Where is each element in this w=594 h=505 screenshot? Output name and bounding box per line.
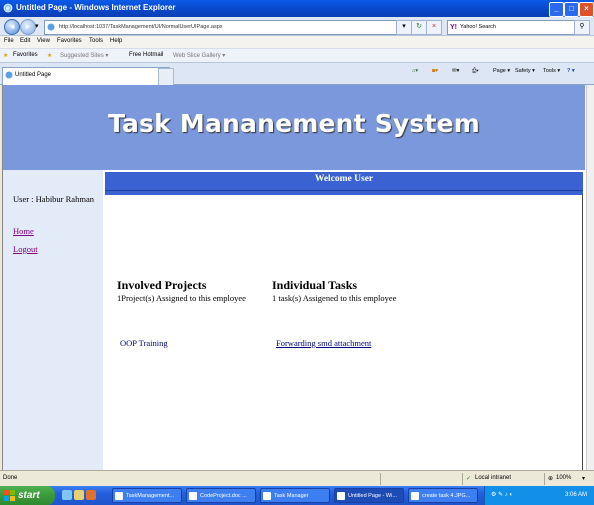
menu-bar: File Edit View Favorites Tools Help (0, 36, 594, 48)
favorites-star-icon: ★ (3, 53, 9, 59)
task-window-icon (411, 492, 419, 500)
minimize-button[interactable]: _ (549, 2, 564, 17)
tab-page-icon (5, 71, 13, 79)
help-icon[interactable]: ? ▾ (567, 68, 575, 74)
tray-icons[interactable]: ⚙ ✎ ♪ ◐ (491, 491, 513, 498)
address-text: http://localhost:1037/TaskManagement/UI/… (59, 24, 223, 30)
address-dropdown-icon[interactable]: ▾ (396, 20, 412, 35)
address-bar[interactable]: http://localhost:1037/TaskManagement/UI/… (44, 20, 410, 35)
header-banner: Task Mananement System (3, 85, 585, 170)
taskbar-item-taskmanagement[interactable]: TaskManagement... (112, 488, 182, 503)
windows-flag-icon (4, 490, 15, 501)
page-icon (47, 23, 55, 31)
feeds-icon[interactable]: ◙▾ (432, 68, 438, 74)
project-item[interactable]: OOP Training (120, 338, 168, 348)
start-label: start (18, 490, 40, 501)
add-favorite-icon[interactable]: ★ (47, 52, 52, 59)
start-button[interactable]: start (0, 486, 55, 505)
tasks-heading: Individual Tasks (272, 278, 358, 292)
favorites-bar: ★ Favorites ★ Suggested Sites ▾ Free Hot… (0, 48, 594, 63)
address-row: ◄ ► ▾ http://localhost:1037/TaskManageme… (0, 17, 594, 36)
projects-heading: Involved Projects (117, 278, 207, 292)
status-separator (544, 473, 545, 485)
search-placeholder: Yahoo! Search (460, 24, 496, 30)
tab-row: Untitled Page ⌂▾ ◙▾ ✉▾ ⎙▾ Page ▾ Safety … (0, 63, 594, 86)
favorites-button[interactable]: Favorites (13, 52, 38, 58)
menu-file[interactable]: File (4, 38, 14, 44)
clock[interactable]: 3:06 AM (565, 492, 587, 498)
main-border (582, 195, 583, 470)
welcome-bar: Welcome User (105, 172, 583, 195)
status-text: Done (3, 475, 18, 481)
print-icon[interactable]: ⎙▾ (472, 68, 479, 75)
zone-label: Local intranet (475, 475, 512, 481)
intranet-icon: ✓ (466, 476, 472, 482)
page-content: Task Mananement System User : Habibur Ra… (2, 85, 586, 470)
page-title: Task Mananement System (107, 109, 481, 138)
status-separator (380, 473, 381, 485)
fav-web-slice-gallery[interactable]: Web Slice Gallery ▾ (173, 52, 225, 59)
maximize-button[interactable]: □ (564, 2, 579, 17)
home-link[interactable]: Home (13, 226, 34, 236)
yahoo-icon: Y! (450, 24, 457, 31)
task-window-icon (189, 492, 197, 500)
menu-help[interactable]: Help (110, 38, 122, 44)
new-tab-button[interactable] (158, 68, 174, 86)
read-mail-icon[interactable]: ✉▾ (452, 68, 459, 74)
task-window-icon (263, 492, 271, 500)
window-title: Untitled Page - Windows Internet Explore… (16, 3, 176, 12)
zoom-dropdown-icon[interactable]: ▾ (582, 475, 585, 482)
projects-summary: 1Project(s) Assigned to this employee (117, 293, 246, 303)
taskbar: start TaskManagement... CodeProject.doc … (0, 486, 594, 505)
welcome-divider (105, 190, 583, 191)
cmd-page[interactable]: Page ▾ (493, 68, 510, 74)
menu-edit[interactable]: Edit (20, 38, 30, 44)
back-button[interactable]: ◄ (4, 19, 20, 35)
home-icon[interactable]: ⌂▾ (412, 68, 418, 74)
zoom-icon[interactable]: ⊕ (548, 475, 553, 482)
status-bar: Done ✓ Local intranet ⊕ 100% ▾ (0, 470, 594, 486)
menu-tools[interactable]: Tools (89, 38, 103, 44)
history-dropdown-icon[interactable]: ▾ (35, 22, 39, 30)
task-item[interactable]: Forwarding smd attachment (276, 338, 371, 348)
taskbar-item-task-manager[interactable]: Task Manager (260, 488, 330, 503)
quicklaunch-firefox-icon[interactable] (86, 490, 96, 500)
logout-link[interactable]: Logout (13, 244, 38, 254)
tab-untitled-page[interactable]: Untitled Page (2, 67, 170, 86)
svg-text:e: e (6, 6, 10, 13)
window-title-bar[interactable]: e Untitled Page - Windows Internet Explo… (0, 0, 594, 17)
taskbar-item-create-task[interactable]: create task 4.JPG... (408, 488, 478, 503)
forward-button[interactable]: ► (20, 19, 36, 35)
quicklaunch-explorer-icon[interactable] (74, 490, 84, 500)
taskbar-item-codeproject[interactable]: CodeProject.doc ... (186, 488, 256, 503)
fav-suggested-sites[interactable]: Suggested Sites ▾ (60, 52, 108, 59)
menu-view[interactable]: View (37, 38, 50, 44)
stop-icon[interactable]: × (426, 20, 442, 35)
close-button[interactable]: × (579, 2, 594, 17)
vertical-scrollbar[interactable] (586, 85, 594, 470)
refresh-icon[interactable]: ↻ (411, 20, 427, 35)
fav-free-hotmail[interactable]: Free Hotmail (129, 52, 163, 58)
status-separator (462, 473, 463, 485)
task-window-icon (115, 492, 123, 500)
cmd-safety[interactable]: Safety ▾ (515, 68, 535, 74)
zoom-level[interactable]: 100% (556, 475, 571, 481)
left-sidebar: User : Habibur Rahman Home Logout (3, 170, 103, 470)
ie-icon: e (3, 3, 13, 13)
taskbar-item-untitled-page[interactable]: Untitled Page - Wi... (334, 488, 404, 503)
tasks-summary: 1 task(s) Assigened to this employee (272, 293, 397, 303)
user-label: User : Habibur Rahman (13, 194, 94, 204)
task-window-icon (337, 492, 345, 500)
quicklaunch-ie-icon[interactable] (62, 490, 72, 500)
menu-favorites[interactable]: Favorites (57, 38, 82, 44)
search-input[interactable]: Y! Yahoo! Search (447, 20, 586, 35)
cmd-tools[interactable]: Tools ▾ (543, 68, 560, 74)
search-icon[interactable]: ⚲ (574, 20, 590, 35)
system-tray: ⚙ ✎ ♪ ◐ 3:06 AM (484, 486, 594, 505)
tab-title: Untitled Page (15, 72, 52, 78)
